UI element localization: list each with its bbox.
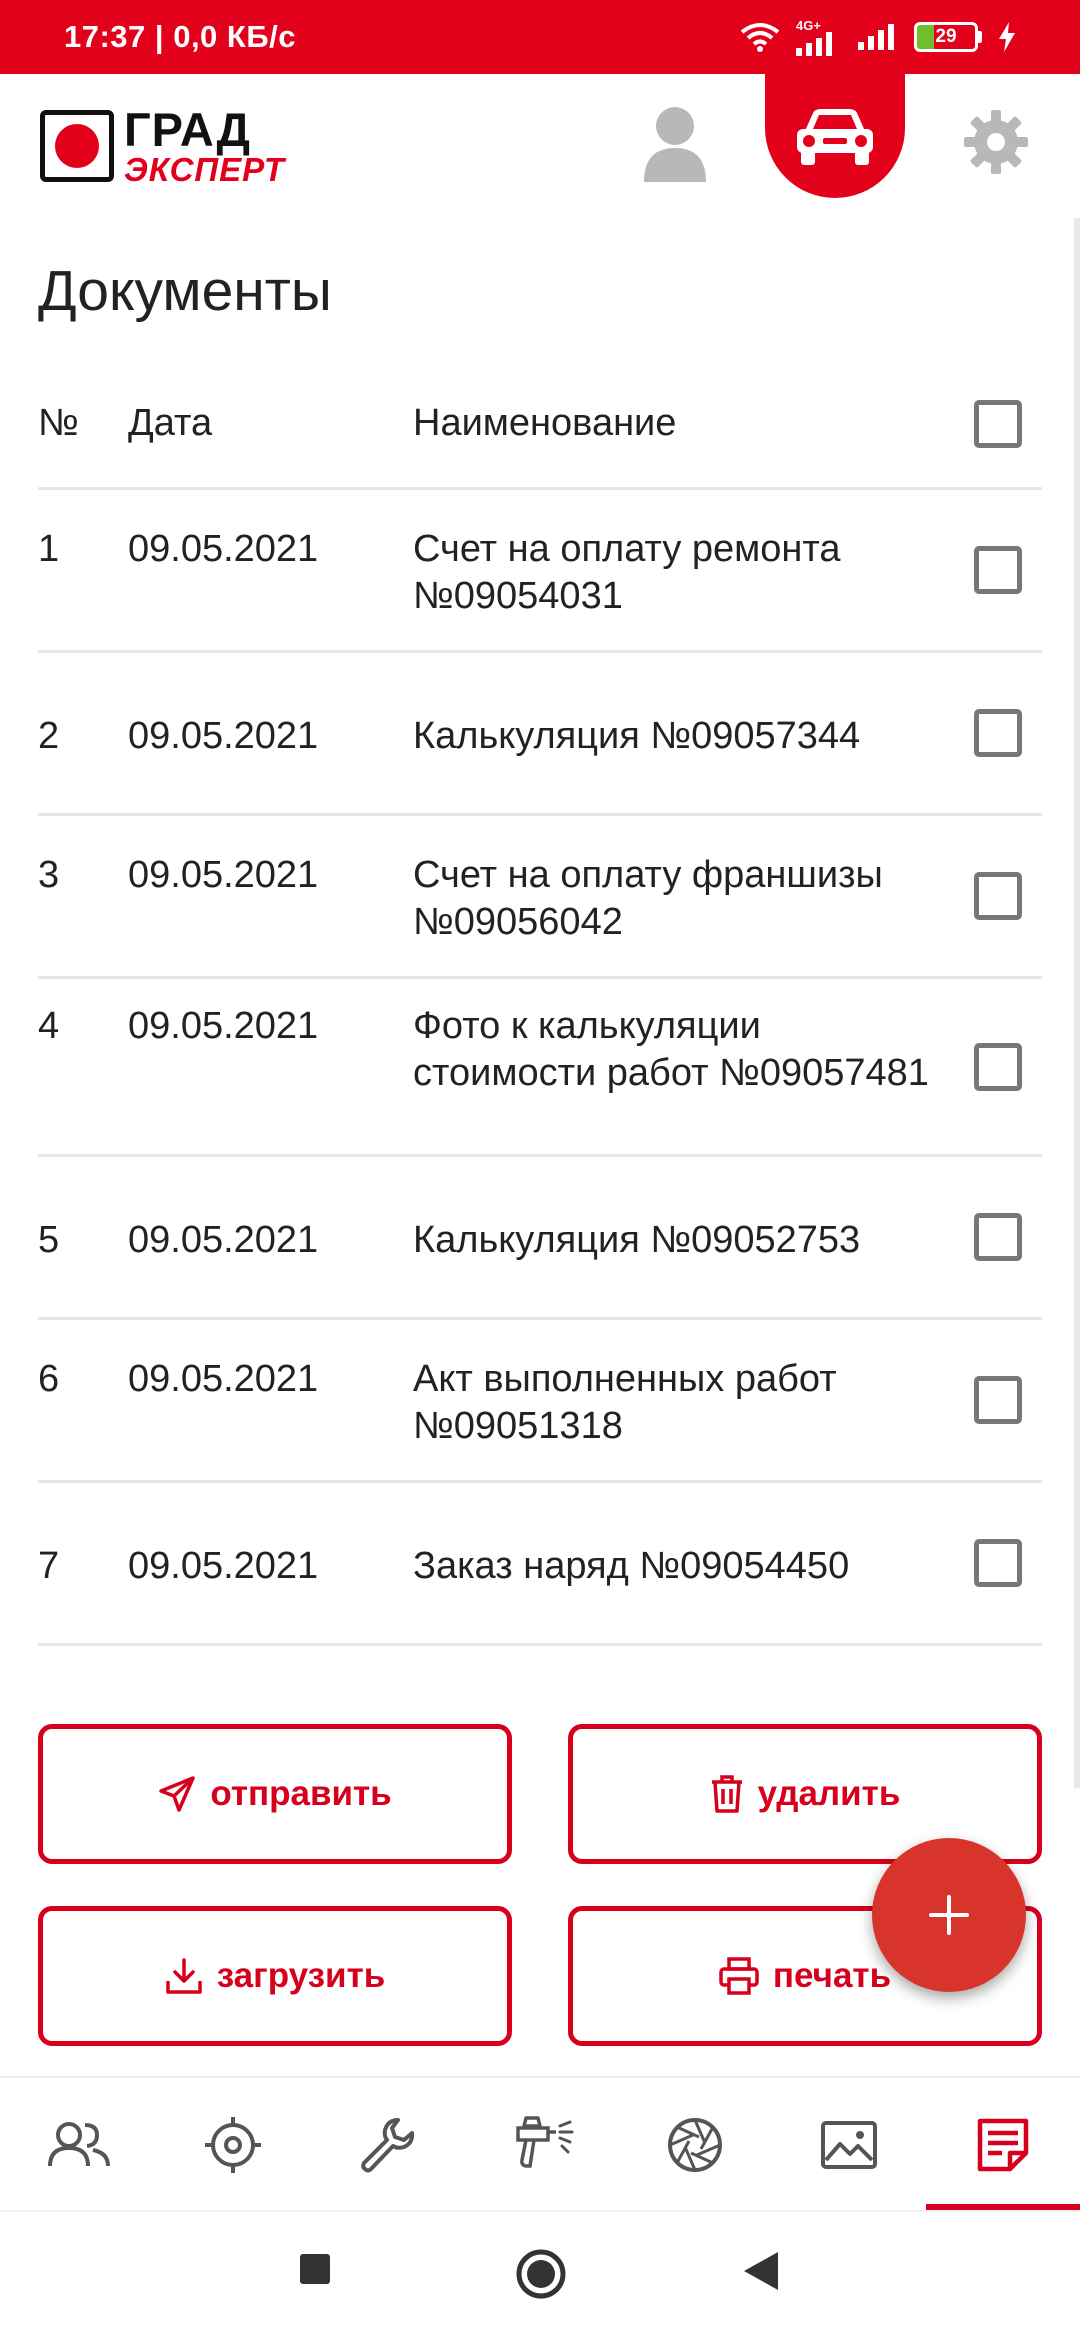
print-label: печать	[772, 1956, 892, 1995]
trash-icon	[711, 1775, 742, 1813]
printer-icon	[719, 1957, 759, 1995]
table-row[interactable]: 7 09.05.2021 Заказ наряд №09054450	[38, 1483, 1042, 1646]
table-row[interactable]: 3 09.05.2021 Счет на оплату франшизы №09…	[38, 816, 1042, 979]
upload-label: загрузить	[216, 1956, 386, 1995]
header-name: Наименование	[413, 402, 677, 445]
send-icon	[159, 1776, 196, 1812]
row-checkbox[interactable]	[974, 1042, 1022, 1091]
document-icon	[977, 2118, 1029, 2172]
table-row[interactable]: 4 09.05.2021 Фото к калькуляции стоимост…	[38, 979, 1042, 1157]
battery-icon: 29	[914, 22, 982, 52]
network-type-label: 4G+	[796, 17, 821, 33]
row-checkbox[interactable]	[974, 1213, 1022, 1261]
user-icon[interactable]	[640, 104, 710, 184]
app-header: ГРАД ЭКСПЕРТ	[0, 74, 1080, 224]
row-date: 09.05.2021	[128, 854, 319, 896]
nav-photo[interactable]	[618, 2078, 772, 2212]
battery-level: 29	[935, 26, 957, 47]
system-navigation	[0, 2210, 1080, 2340]
recents-icon[interactable]	[298, 2252, 332, 2286]
logo-line1: ГРАД	[124, 103, 252, 156]
header-number: №	[38, 402, 79, 445]
nav-gallery[interactable]	[772, 2078, 926, 2212]
row-name: Счет на оплату ремонта №09054031	[413, 528, 841, 617]
download-icon	[166, 1958, 202, 1994]
aperture-icon	[668, 2118, 722, 2172]
nav-clients[interactable]	[2, 2078, 156, 2212]
send-button[interactable]: отправить	[38, 1724, 512, 1864]
row-number: 5	[38, 1219, 60, 1261]
row-number: 6	[38, 1358, 60, 1400]
row-number: 3	[38, 854, 60, 896]
spray-gun-icon	[516, 2116, 574, 2168]
row-number: 2	[38, 715, 60, 757]
row-name: Счет на оплату франшизы №09056042	[413, 854, 883, 943]
table-header: № Дата Наименование	[38, 360, 1042, 490]
status-time: 17:37 | 0,0 КБ/с	[64, 19, 296, 54]
car-icon	[797, 109, 873, 165]
wifi-icon	[740, 23, 780, 52]
documents-table: № Дата Наименование 1 09.05.2021 Счет на…	[38, 360, 1042, 1646]
header-date: Дата	[128, 402, 213, 445]
app-logo[interactable]: ГРАД ЭКСПЕРТ	[40, 106, 285, 186]
row-number: 7	[38, 1545, 60, 1587]
row-name: Акт выполненных работ №09051318	[413, 1358, 837, 1447]
delete-label: удалить	[757, 1774, 901, 1813]
nav-painting[interactable]	[464, 2078, 618, 2212]
back-icon[interactable]	[742, 2250, 780, 2292]
status-icons: 4G+ 29	[740, 19, 1016, 56]
row-checkbox[interactable]	[974, 1539, 1022, 1587]
nav-repair[interactable]	[310, 2078, 464, 2212]
signal-icon	[796, 31, 832, 56]
row-date: 09.05.2021	[128, 1358, 319, 1400]
gear-icon[interactable]	[962, 108, 1030, 176]
table-row[interactable]: 2 09.05.2021 Калькуляция №09057344	[38, 653, 1042, 816]
table-row[interactable]: 1 09.05.2021 Счет на оплату ремонта №090…	[38, 490, 1042, 653]
add-button[interactable]	[872, 1838, 1026, 1992]
row-checkbox[interactable]	[974, 1376, 1022, 1424]
home-icon[interactable]	[515, 2248, 567, 2300]
row-name: Калькуляция №09057344	[413, 715, 861, 757]
row-checkbox[interactable]	[974, 872, 1022, 920]
nav-inspection[interactable]	[156, 2078, 310, 2212]
page-title: Документы	[38, 259, 332, 323]
upload-button[interactable]: загрузить	[38, 1906, 512, 2046]
row-name: Фото к калькуляции стоимости работ №0905…	[413, 1005, 929, 1094]
row-date: 09.05.2021	[128, 1545, 319, 1587]
row-date: 09.05.2021	[128, 1005, 319, 1047]
table-row[interactable]: 5 09.05.2021 Калькуляция №09052753	[38, 1157, 1042, 1320]
nav-documents[interactable]	[926, 2078, 1080, 2212]
wrench-icon	[361, 2118, 415, 2173]
plus-icon	[929, 1895, 969, 1935]
target-icon	[205, 2117, 261, 2173]
select-all-checkbox[interactable]	[974, 399, 1022, 448]
scrollbar[interactable]	[1074, 218, 1080, 1788]
status-bar: 17:37 | 0,0 КБ/с 4G+ 29	[0, 0, 1080, 74]
bottom-navigation	[0, 2076, 1080, 2210]
row-checkbox[interactable]	[974, 709, 1022, 757]
table-row[interactable]: 6 09.05.2021 Акт выполненных работ №0905…	[38, 1320, 1042, 1483]
send-label: отправить	[210, 1774, 392, 1813]
people-icon	[48, 2122, 110, 2167]
row-date: 09.05.2021	[128, 528, 319, 570]
image-icon	[821, 2121, 877, 2169]
signal-icon-2	[858, 24, 894, 50]
logo-emblem	[40, 110, 114, 182]
row-name: Калькуляция №09052753	[413, 1219, 861, 1261]
row-number: 1	[38, 528, 60, 570]
charging-icon	[999, 22, 1015, 52]
row-name: Заказ наряд №09054450	[413, 1545, 850, 1587]
row-number: 4	[38, 1005, 60, 1047]
logo-line2: ЭКСПЕРТ	[124, 151, 286, 188]
row-date: 09.05.2021	[128, 1219, 319, 1261]
row-date: 09.05.2021	[128, 715, 319, 757]
vehicle-tab[interactable]	[765, 74, 905, 198]
row-checkbox[interactable]	[974, 546, 1022, 594]
